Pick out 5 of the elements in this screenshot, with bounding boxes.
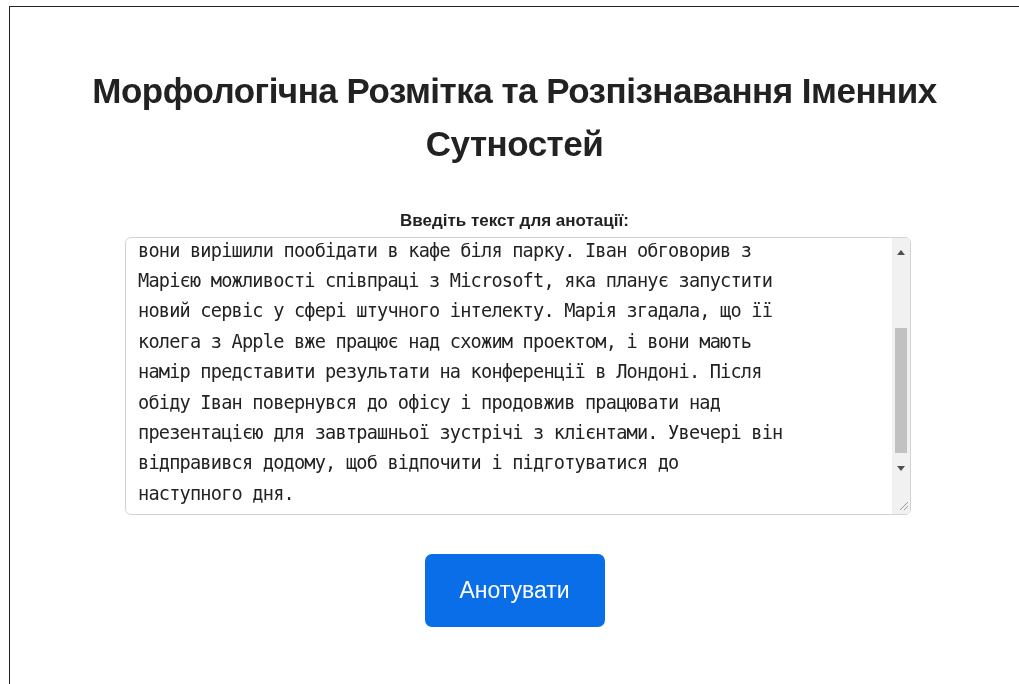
input-label: Введіть текст для анотації: [399, 210, 630, 232]
text-input-field[interactable] [125, 236, 911, 515]
input-text: вони вирішили пообідати в кафе біля парку. Іван обговорив з Марією можливості співпраці з Microsoft, яка планує запустити новий сервіс у сфері штучного інтелекту. Марія згадала, що її колега з Apple вже працює над схожим проектом, і вони мають намір представити результати на конференції в Лондоні. Після обіду Іван повернувся до офісу і продовжив працювати над презентацією для завтрашньої зустрічі з клієнтами. Увечері він відправився додому, щоб відпочити і підготуватися до наступного дня. [138, 238, 784, 506]
page-title: Морфологічна Розмітка та Розпізнавання Іменних Сутностей [91, 70, 938, 165]
annotate-button[interactable]: Анотувати [424, 553, 605, 627]
